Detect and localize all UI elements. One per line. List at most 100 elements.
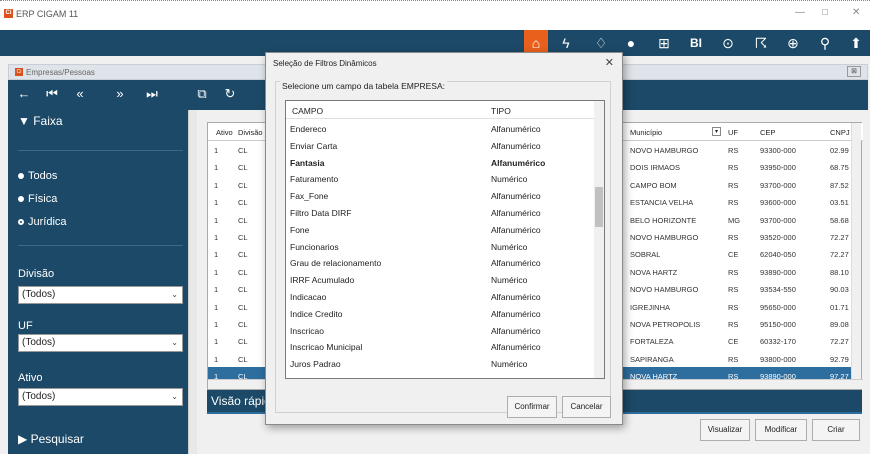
list-item[interactable]: Faturamento Numérico bbox=[286, 170, 594, 187]
bi-icon[interactable]: BI bbox=[685, 34, 707, 52]
dialog-close-button[interactable]: ✕ bbox=[605, 56, 614, 69]
divider bbox=[18, 150, 183, 151]
col-uf[interactable]: UF bbox=[728, 128, 738, 137]
divider bbox=[18, 245, 183, 246]
item-campo: Endereco bbox=[290, 124, 327, 134]
list-item[interactable]: Grau de relacionamento Alfanumérico bbox=[286, 254, 594, 271]
list-item[interactable]: Fax_Fone Alfanumérico bbox=[286, 187, 594, 204]
cell-ativo: 1 bbox=[214, 285, 219, 295]
item-tipo: Alfanumérico bbox=[491, 191, 541, 202]
uf-select[interactable]: (Todos) ⌄ bbox=[18, 334, 183, 352]
visualizar-button[interactable]: Visualizar bbox=[700, 419, 750, 441]
list-item[interactable]: Funcionarios Numérico bbox=[286, 238, 594, 255]
cell-cnpj: 89.08 bbox=[830, 320, 849, 329]
cell-municipio: IGREJINHA bbox=[630, 302, 671, 312]
item-tipo: Alfanumérico bbox=[491, 157, 546, 168]
radio-juridica[interactable]: Jurídica bbox=[18, 216, 67, 228]
cell-ativo: 1 bbox=[214, 180, 219, 190]
list-item[interactable]: Endereco Alfanumérico bbox=[286, 120, 594, 137]
col-tipo[interactable]: TIPO bbox=[491, 106, 511, 116]
item-campo: Faturamento bbox=[290, 174, 339, 185]
col-cnpj[interactable]: CNPJ bbox=[830, 128, 850, 137]
subwindow-title: Empresas/Pessoas bbox=[26, 68, 95, 77]
search-icon[interactable]: ⚲ bbox=[814, 34, 836, 52]
radio-label: Física bbox=[28, 193, 58, 205]
item-tipo: Alfanumérico bbox=[491, 292, 541, 302]
cell-uf: RS bbox=[728, 354, 739, 364]
radio-todos[interactable]: Todos bbox=[18, 170, 57, 182]
divisao-select[interactable]: (Todos) ⌄ bbox=[18, 286, 183, 304]
col-divisao[interactable]: Divisão bbox=[238, 128, 263, 137]
uf-label: UF bbox=[18, 320, 33, 332]
pesquisar-header[interactable]: ▶ Pesquisar bbox=[18, 432, 84, 446]
cell-cnpj: 02.99 bbox=[830, 146, 849, 155]
list-item[interactable]: Indicacao Alfanumérico bbox=[286, 288, 594, 305]
list-item[interactable]: Fone Alfanumérico bbox=[286, 221, 594, 238]
list-item[interactable]: Fantasia Alfanumérico bbox=[286, 154, 594, 171]
cell-divisao: CL bbox=[238, 146, 248, 155]
subwindow-close-button[interactable]: ⊠ bbox=[847, 66, 861, 77]
previous-record-icon[interactable]: « bbox=[70, 86, 90, 102]
cell-divisao: CL bbox=[238, 354, 248, 364]
divisao-value: (Todos) bbox=[22, 289, 56, 300]
cell-municipio: DOIS IRMAOS bbox=[630, 163, 681, 173]
col-campo[interactable]: CAMPO bbox=[292, 106, 323, 116]
next-record-icon[interactable]: » bbox=[110, 86, 130, 102]
item-campo: Funcionarios bbox=[290, 241, 339, 252]
cancelar-button[interactable]: Cancelar bbox=[562, 396, 611, 418]
grid-vertical-scrollbar[interactable] bbox=[851, 123, 861, 381]
list-scrollbar-thumb[interactable] bbox=[595, 187, 603, 227]
item-campo: Fantasia bbox=[290, 157, 325, 168]
item-tipo: Alfanumérico bbox=[491, 325, 541, 336]
cell-divisao: CL bbox=[238, 233, 248, 242]
cell-cep: 60332-170 bbox=[760, 337, 796, 347]
close-window-button[interactable]: ✕ bbox=[852, 7, 860, 18]
cell-municipio: NOVO HAMBURGO bbox=[630, 285, 699, 295]
list-scrollbar[interactable] bbox=[594, 101, 604, 378]
list-item[interactable]: Filtro Data DIRF Alfanumérico bbox=[286, 204, 594, 221]
list-item[interactable]: Inscricao Municipal Alfanumérico bbox=[286, 338, 594, 355]
criar-button[interactable]: Criar bbox=[812, 419, 860, 441]
play-icon[interactable]: ⊙ bbox=[717, 34, 739, 52]
back-arrow-icon[interactable]: ← bbox=[14, 86, 34, 102]
list-item[interactable]: Juros Padrao Numérico bbox=[286, 355, 594, 372]
confirmar-button[interactable]: Confirmar bbox=[507, 396, 557, 418]
globe-icon[interactable]: ⊕ bbox=[782, 34, 804, 52]
col-municipio[interactable]: Município bbox=[630, 128, 662, 137]
list-item[interactable]: IRRF Acumulado Numérico bbox=[286, 271, 594, 288]
cell-cnpj: 68.75 bbox=[830, 163, 849, 173]
app-title: ERP CIGAM 11 bbox=[16, 9, 79, 19]
lightning-icon[interactable]: ϟ bbox=[555, 34, 577, 52]
list-item[interactable]: Indice Credito Alfanumérico bbox=[286, 305, 594, 322]
list-item[interactable]: Enviar Carta Alfanumérico bbox=[286, 137, 594, 154]
ativo-select[interactable]: (Todos) ⌄ bbox=[18, 388, 183, 406]
minimize-button[interactable]: — bbox=[795, 7, 805, 18]
radio-fisica[interactable]: Física bbox=[18, 193, 57, 205]
chat-icon[interactable]: ● bbox=[620, 34, 642, 52]
first-record-icon[interactable]: ⏮ bbox=[42, 86, 62, 102]
modificar-button[interactable]: Modificar bbox=[755, 419, 807, 441]
maximize-button[interactable]: □ bbox=[822, 7, 828, 18]
cell-cnpj: 90.03 bbox=[830, 285, 849, 295]
list-item[interactable]: Inscricao Alfanumérico bbox=[286, 322, 594, 339]
up-icon[interactable]: ⬆ bbox=[845, 34, 867, 52]
sidebar-scrollbar[interactable] bbox=[188, 110, 197, 454]
cell-cep: 62040-050 bbox=[760, 250, 796, 260]
col-cep[interactable]: CEP bbox=[760, 128, 775, 137]
cell-ativo: 1 bbox=[214, 198, 219, 208]
cell-cnpj: 87.52 bbox=[830, 180, 849, 190]
item-tipo: Alfanumérico bbox=[491, 208, 541, 218]
faixa-header[interactable]: ▼ Faixa bbox=[18, 114, 63, 128]
refresh-icon[interactable]: ↻ bbox=[220, 86, 240, 102]
chart-icon[interactable]: ☈ bbox=[750, 34, 772, 52]
col-ativo[interactable]: Ativo bbox=[216, 128, 233, 137]
grid-icon[interactable]: ⊞ bbox=[653, 34, 675, 52]
cell-municipio: FORTALEZA bbox=[630, 337, 674, 347]
cell-uf: RS bbox=[728, 198, 739, 208]
cell-divisao: CL bbox=[238, 267, 248, 277]
filter-dropdown-icon[interactable]: ▾ bbox=[712, 127, 721, 136]
last-record-icon[interactable]: ⏭ bbox=[142, 86, 162, 102]
export-icon[interactable]: ⧉ bbox=[192, 86, 212, 102]
cell-cep: 93600-000 bbox=[760, 198, 796, 208]
bell-icon[interactable]: ♢ bbox=[590, 34, 612, 52]
